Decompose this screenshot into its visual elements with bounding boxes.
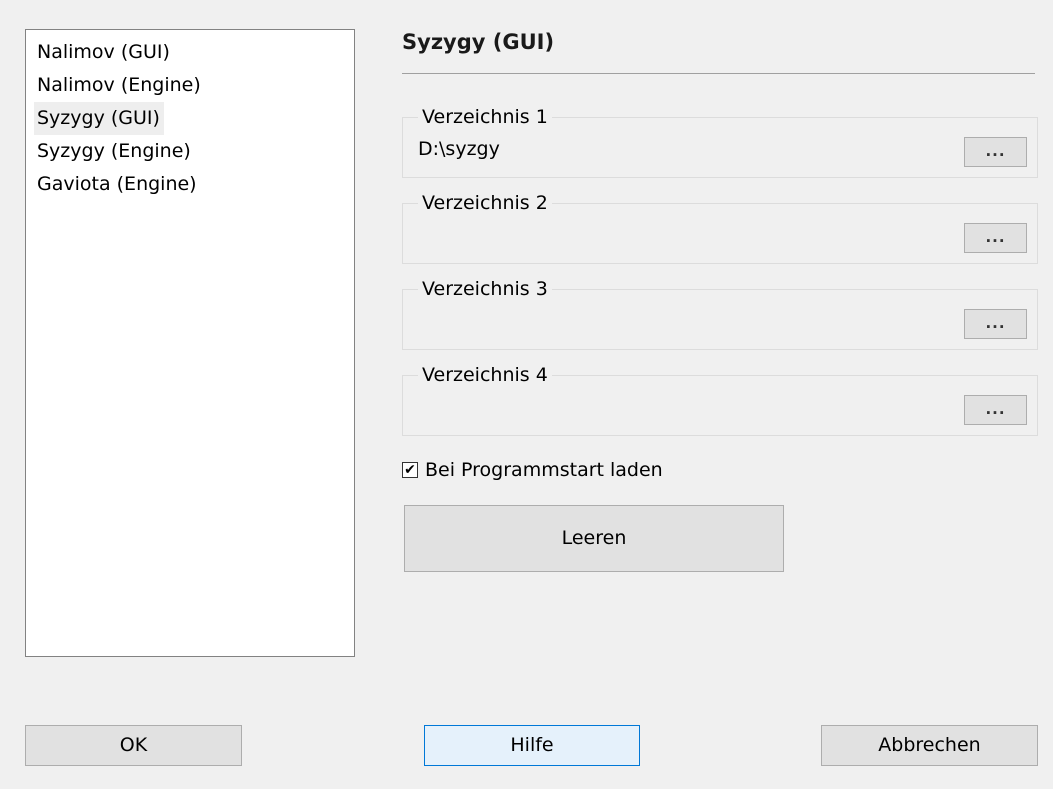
load-on-start-option[interactable]: ✔ Bei Programmstart laden (402, 458, 663, 482)
browse-button[interactable]: ... (964, 223, 1027, 253)
clear-button[interactable]: Leeren (404, 505, 784, 572)
directory-label: Verzeichnis 1 (418, 105, 552, 129)
ok-button[interactable]: OK (25, 725, 242, 766)
help-button[interactable]: Hilfe (424, 725, 640, 766)
list-item-gaviota-engine[interactable]: Gaviota (Engine) (34, 168, 201, 201)
directory-label: Verzeichnis 3 (418, 277, 552, 301)
list-item-nalimov-gui[interactable]: Nalimov (GUI) (34, 36, 174, 69)
browse-button[interactable]: ... (964, 395, 1027, 425)
browse-button[interactable]: ... (964, 137, 1027, 167)
cancel-button[interactable]: Abbrechen (821, 725, 1038, 766)
tablebase-listbox[interactable]: Nalimov (GUI) Nalimov (Engine) Syzygy (G… (25, 29, 355, 657)
directory-group-1: Verzeichnis 1 D:\syzgy ... (402, 105, 1038, 178)
list-item-syzygy-engine[interactable]: Syzygy (Engine) (34, 135, 195, 168)
directory-label: Verzeichnis 2 (418, 191, 552, 215)
browse-button[interactable]: ... (964, 309, 1027, 339)
directory-group-3: Verzeichnis 3 ... (402, 277, 1038, 350)
directory-group-4: Verzeichnis 4 ... (402, 363, 1038, 436)
load-on-start-checkbox[interactable]: ✔ (402, 462, 418, 478)
directory-group-2: Verzeichnis 2 ... (402, 191, 1038, 264)
title-divider (402, 73, 1035, 74)
page-title: Syzygy (GUI) (402, 30, 555, 54)
directory-path-field: D:\syzgy (418, 138, 500, 160)
load-on-start-label: Bei Programmstart laden (425, 459, 663, 481)
list-item-syzygy-gui[interactable]: Syzygy (GUI) (34, 102, 164, 135)
directory-label: Verzeichnis 4 (418, 363, 552, 387)
list-item-nalimov-engine[interactable]: Nalimov (Engine) (34, 69, 205, 102)
